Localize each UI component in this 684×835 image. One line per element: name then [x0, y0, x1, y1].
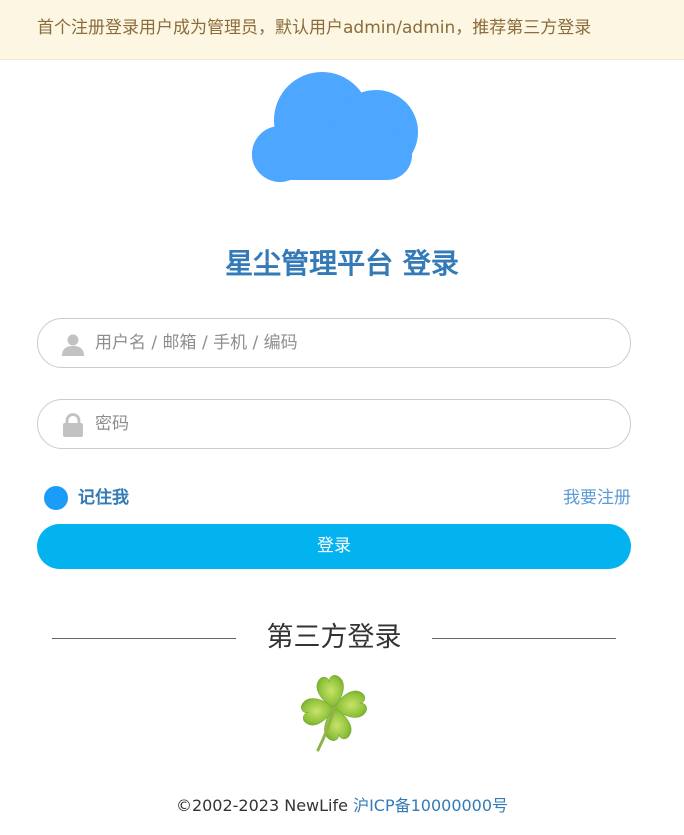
username-field[interactable]: [37, 318, 631, 368]
lock-icon: [63, 413, 83, 437]
login-button[interactable]: 登录: [37, 524, 631, 569]
divider-left: [52, 638, 236, 639]
third-party-title: 第三方登录: [266, 622, 402, 653]
notice-text: 首个注册登录用户成为管理员，默认用户admin/admin，推荐第三方登录: [37, 18, 592, 38]
notice-banner: 首个注册登录用户成为管理员，默认用户admin/admin，推荐第三方登录: [0, 0, 684, 60]
remember-me-label: 记住我: [78, 488, 129, 508]
cloud-icon: [252, 72, 418, 182]
copyright-text: ©2002-2023 NewLife: [175, 796, 348, 815]
page-title: 星尘管理平台 登录: [225, 247, 459, 280]
password-field[interactable]: [37, 399, 631, 449]
register-link[interactable]: 我要注册: [563, 487, 631, 509]
password-input[interactable]: [95, 410, 595, 438]
footer: ©2002-2023 NewLife 沪ICP备10000000号: [0, 795, 684, 817]
user-icon: [62, 334, 84, 356]
clover-icon[interactable]: [290, 666, 378, 754]
remember-radio-icon[interactable]: [44, 486, 68, 510]
username-input[interactable]: [95, 329, 595, 357]
divider-right: [432, 638, 616, 639]
icp-link[interactable]: 沪ICP备10000000号: [353, 796, 508, 815]
